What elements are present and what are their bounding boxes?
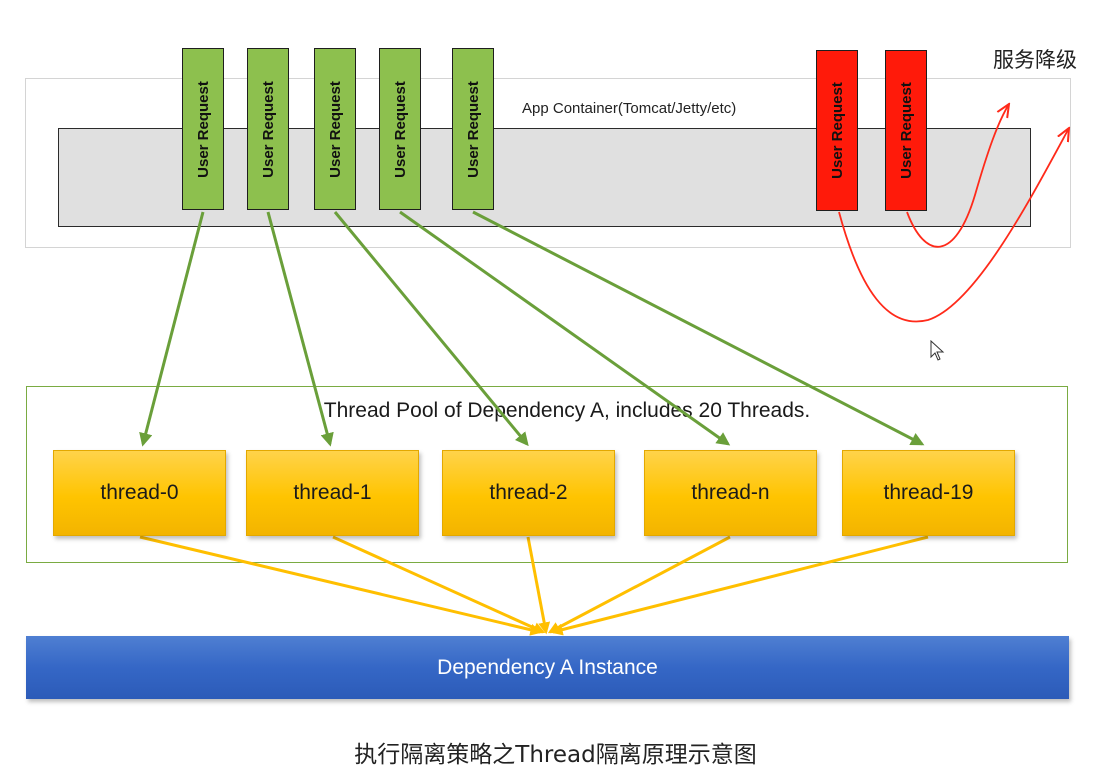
thread-box: thread-1 xyxy=(246,450,419,536)
app-container-label: App Container(Tomcat/Jetty/etc) xyxy=(522,100,737,117)
user-request-label: User Request xyxy=(391,80,409,178)
thread-label: thread-1 xyxy=(293,481,372,504)
thread-pool-label: Thread Pool of Dependency A, includes 20… xyxy=(323,399,811,422)
thread-box: thread-n xyxy=(644,450,817,536)
thread-label: thread-19 xyxy=(883,481,974,504)
user-request-label: User Request xyxy=(194,80,212,178)
user-request-green: User Request xyxy=(247,48,289,210)
user-request-green: User Request xyxy=(452,48,494,210)
service-degradation-label: 服务降级 xyxy=(993,48,1077,72)
mouse-pointer-icon xyxy=(930,340,945,361)
dependency-instance-label: Dependency A Instance xyxy=(437,655,658,679)
user-request-red: User Request xyxy=(885,50,927,211)
user-request-red: User Request xyxy=(816,50,858,211)
thread-label: thread-0 xyxy=(100,481,179,504)
thread-box: thread-0 xyxy=(53,450,226,536)
user-request-green: User Request xyxy=(182,48,224,210)
user-request-green: User Request xyxy=(314,48,356,210)
user-request-label: User Request xyxy=(897,82,915,179)
user-request-green: User Request xyxy=(379,48,421,210)
user-request-label: User Request xyxy=(326,80,344,178)
thread-box: thread-2 xyxy=(442,450,615,536)
dependency-instance-box: Dependency A Instance xyxy=(26,636,1069,699)
user-request-label: User Request xyxy=(464,80,482,178)
figure-caption: 执行隔离策略之Thread隔离原理示意图 xyxy=(354,742,757,768)
user-request-label: User Request xyxy=(259,80,277,178)
user-request-label: User Request xyxy=(828,82,846,179)
thread-label: thread-n xyxy=(691,481,770,504)
thread-box: thread-19 xyxy=(842,450,1015,536)
thread-label: thread-2 xyxy=(489,481,568,504)
